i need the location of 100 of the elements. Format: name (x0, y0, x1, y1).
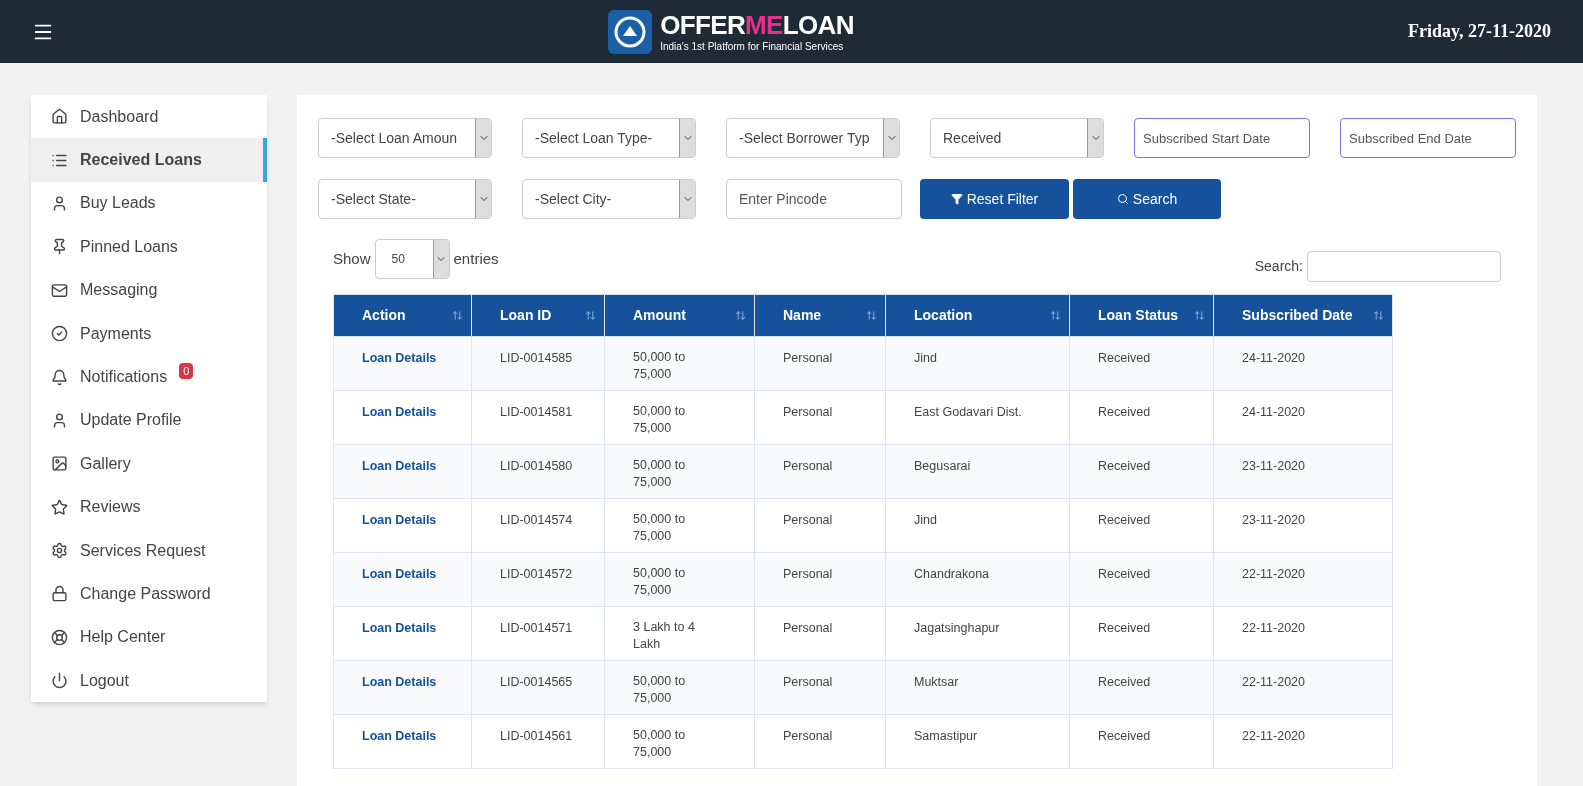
column-header[interactable]: Name (754, 294, 886, 337)
sidebar-item[interactable]: Reviews (31, 485, 267, 529)
star-icon (51, 498, 68, 516)
column-header[interactable]: Amount (604, 294, 755, 337)
sidebar-item[interactable]: Buy Leads (31, 181, 267, 226)
table-cell: LID-0014572 (471, 552, 605, 607)
table-cell: Samastipur (885, 714, 1070, 769)
sidebar-item[interactable]: Notifications 0 (31, 355, 267, 399)
sidebar-item[interactable]: Change Password (31, 572, 267, 616)
sort-icon (452, 310, 463, 321)
loan-details-link[interactable]: Loan Details (333, 336, 472, 391)
sort-icon (735, 310, 746, 321)
show-label: Show (333, 248, 371, 269)
date-field[interactable]: Subscribed Start Date (1134, 118, 1310, 158)
sidebar-item[interactable]: Services Request (31, 528, 267, 573)
loan-details-link[interactable]: Loan Details (333, 714, 472, 769)
lock-icon (51, 585, 68, 603)
sidebar-item[interactable]: Help Center (31, 615, 267, 660)
column-header[interactable]: Action (333, 294, 472, 337)
sidebar-item[interactable]: Pinned Loans (31, 225, 267, 269)
table-cell: Received (1069, 660, 1214, 715)
table-cell: Personal (754, 606, 886, 661)
table-cell: 50,000 to 75,000 (604, 336, 755, 391)
sidebar-item[interactable]: Payments (31, 311, 267, 356)
sort-icon (1373, 310, 1384, 321)
loan-details-link[interactable]: Loan Details (333, 444, 472, 499)
sidebar-item[interactable]: Logout (31, 659, 267, 703)
table-cell: Received (1069, 390, 1214, 445)
reset-filter-button[interactable]: Reset Filter (920, 179, 1069, 219)
search-button[interactable]: Search (1073, 179, 1221, 219)
table-cell: LID-0014565 (471, 660, 605, 715)
sidebar-item[interactable]: Messaging (31, 268, 267, 312)
sort-icon (1050, 310, 1061, 321)
column-header[interactable]: Subscribed Date (1213, 294, 1393, 337)
sort-icon (1194, 310, 1205, 321)
table-cell: Personal (754, 660, 886, 715)
entries-label: entries (453, 248, 499, 269)
table-cell: Personal (754, 552, 886, 607)
pincode-field[interactable]: Enter Pincode (726, 179, 902, 219)
table-cell: Personal (754, 390, 886, 445)
filter-icon (950, 193, 963, 205)
table-cell: 22-11-2020 (1213, 660, 1393, 715)
page-size-select[interactable]: 50 (374, 239, 450, 279)
table-cell: 24-11-2020 (1213, 390, 1393, 445)
sidebar-item[interactable]: Update Profile (31, 398, 267, 443)
select-field[interactable]: -Select City- (522, 179, 696, 219)
table-cell: 23-11-2020 (1213, 444, 1393, 499)
sidebar-item[interactable]: Received Loans (31, 138, 267, 182)
column-header[interactable]: Loan Status (1069, 294, 1214, 337)
brand-tagline: India's 1st Platform for Financial Services (660, 41, 845, 52)
image-icon (51, 455, 68, 473)
table-cell: 22-11-2020 (1213, 714, 1393, 769)
table-cell: Received (1069, 498, 1214, 553)
date-field[interactable]: Subscribed End Date (1340, 118, 1516, 158)
table-cell: 24-11-2020 (1213, 336, 1393, 391)
loan-details-link[interactable]: Loan Details (333, 660, 472, 715)
select-field[interactable]: -Select Loan Amoun (318, 118, 492, 158)
sort-icon (585, 310, 596, 321)
table-cell: Received (1069, 336, 1214, 391)
table-cell: Received (1069, 606, 1214, 661)
table-cell: 50,000 to 75,000 (604, 714, 755, 769)
table-cell: 22-11-2020 (1213, 552, 1393, 607)
table-cell: Received (1069, 552, 1214, 607)
table-cell: 23-11-2020 (1213, 498, 1393, 553)
table-cell: Muktsar (885, 660, 1070, 715)
table-cell: LID-0014561 (471, 714, 605, 769)
select-field[interactable]: -Select Borrower Typ (726, 118, 900, 158)
loan-details-link[interactable]: Loan Details (333, 498, 472, 553)
logo-icon (608, 9, 653, 54)
table-cell: LID-0014571 (471, 606, 605, 661)
loan-details-link[interactable]: Loan Details (333, 552, 472, 607)
table-cell: 50,000 to 75,000 (604, 552, 755, 607)
bell-icon (51, 368, 68, 386)
loan-details-link[interactable]: Loan Details (333, 390, 472, 445)
table-cell: Received (1069, 714, 1214, 769)
select-field[interactable]: -Select Loan Type- (522, 118, 696, 158)
table-cell: Received (1069, 444, 1214, 499)
column-header[interactable]: Location (885, 294, 1070, 337)
table-cell: LID-0014580 (471, 444, 605, 499)
table-cell: Jind (885, 498, 1070, 553)
sidebar-item[interactable]: Dashboard (31, 95, 267, 139)
notification-badge: 0 (179, 362, 194, 380)
select-field[interactable]: Received (930, 118, 1104, 158)
power-icon (51, 672, 68, 690)
sidebar-item[interactable]: Gallery (31, 442, 267, 486)
check-circle-icon (51, 325, 68, 343)
table-cell: 50,000 to 75,000 (604, 444, 755, 499)
user-icon (51, 194, 68, 212)
brand-name: OFFERMELOAN (660, 11, 854, 38)
select-field[interactable]: -Select State- (318, 179, 492, 219)
table-cell: LID-0014581 (471, 390, 605, 445)
loan-details-link[interactable]: Loan Details (333, 606, 472, 661)
lifebuoy-icon (51, 628, 68, 646)
envelope-icon (51, 281, 68, 299)
table-cell: Personal (754, 498, 886, 553)
table-cell: LID-0014585 (471, 336, 605, 391)
table-search-field[interactable] (1307, 251, 1501, 282)
column-header[interactable]: Loan ID (471, 294, 605, 337)
table-cell: Personal (754, 444, 886, 499)
table-cell: 3 Lakh to 4 Lakh (604, 606, 755, 661)
